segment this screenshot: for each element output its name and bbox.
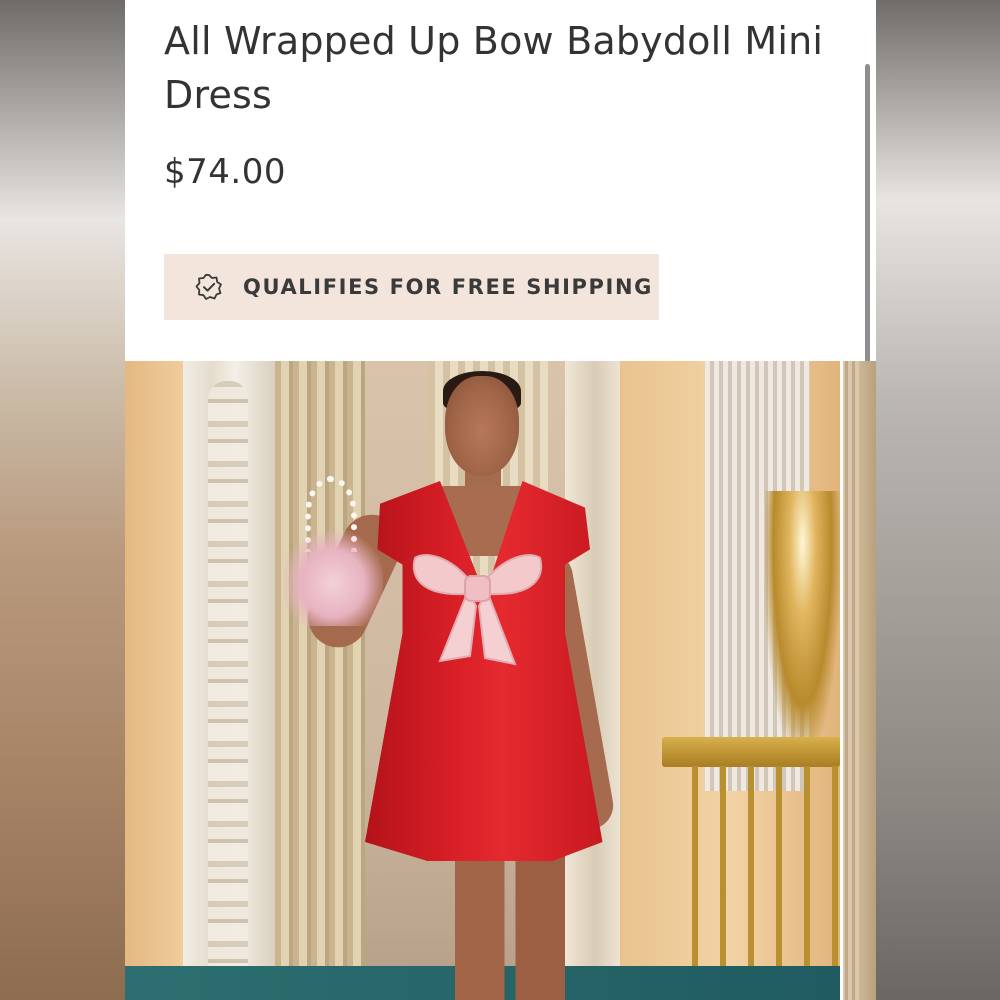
scene-railing [662, 737, 840, 767]
product-title: All Wrapped Up Bow Babydoll Mini Dress [164, 19, 824, 117]
background-left-blur [0, 0, 125, 1000]
scene-chandelier [765, 491, 840, 751]
scene-wall [125, 361, 185, 1000]
product-image-main[interactable] [125, 361, 840, 1000]
background-right-blur [876, 0, 1000, 1000]
free-shipping-badge: QUALIFIES FOR FREE SHIPPING [164, 254, 659, 320]
product-price: $74.00 [164, 152, 286, 192]
model-head [445, 376, 519, 476]
product-page: All Wrapped Up Bow Babydoll Mini Dress $… [125, 0, 876, 1000]
verified-badge-check-icon [195, 273, 223, 301]
scene-carving [208, 381, 248, 981]
scene-curtain [275, 361, 365, 1000]
pink-bow [412, 554, 543, 666]
scene-pillar [183, 361, 278, 1000]
scene-curtain [845, 361, 859, 1000]
free-shipping-label: QUALIFIES FOR FREE SHIPPING [243, 275, 653, 299]
model-legs [455, 856, 565, 1000]
scene-railing-bars [670, 766, 840, 1000]
page-scrollbar[interactable] [865, 64, 870, 364]
product-image-next[interactable] [843, 361, 876, 1000]
feather-handbag [283, 531, 383, 626]
